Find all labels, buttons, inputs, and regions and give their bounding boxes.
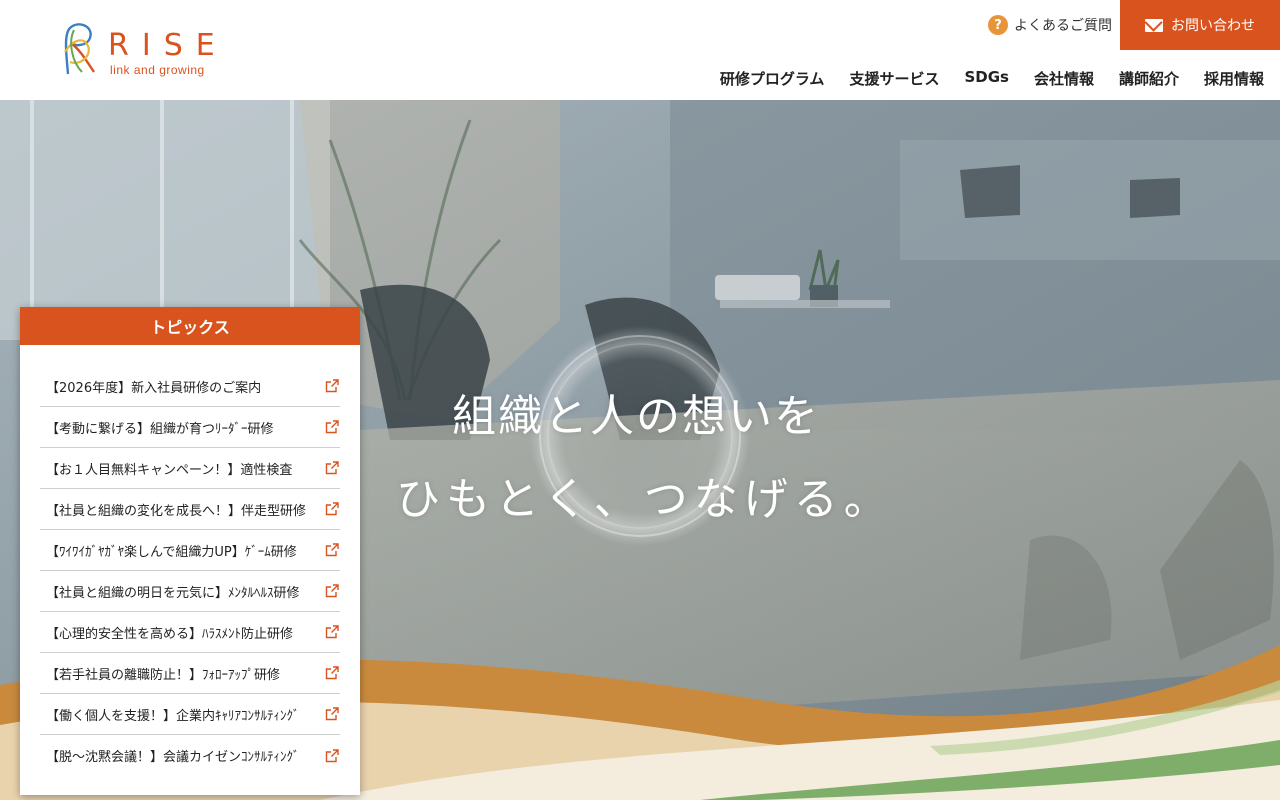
external-link-icon xyxy=(325,461,339,475)
logo-wordmark: RISE xyxy=(108,28,228,63)
rise-logo-mark-icon xyxy=(64,23,95,75)
external-link-icon xyxy=(325,543,339,557)
faq-link[interactable]: ? よくあるご質問 xyxy=(988,14,1112,36)
topics-title: トピックス xyxy=(20,307,360,345)
external-link-icon xyxy=(325,502,339,516)
topic-label: 【2026年度】新入社員研修のご案内 xyxy=(46,380,262,396)
topic-item[interactable]: 【ﾜｲﾜｲｶﾞﾔｶﾞﾔ楽しんで組織力UP】ｹﾞｰﾑ研修 xyxy=(40,530,340,571)
external-link-icon xyxy=(325,748,339,762)
topic-item[interactable]: 【お１人目無料キャンペーン！】適性検査 xyxy=(40,448,340,489)
nav-item-sdgs[interactable]: SDGs xyxy=(964,68,1009,89)
topic-item[interactable]: 【考動に繋げる】組織が育つﾘｰﾀﾞｰ研修 xyxy=(40,407,340,448)
mail-icon xyxy=(1145,18,1163,32)
external-link-icon xyxy=(325,625,339,639)
nav-item-support[interactable]: 支援サービス xyxy=(849,68,939,89)
question-icon: ? xyxy=(988,15,1008,35)
topic-label: 【働く個人を支援！】企業内ｷｬﾘｱｺﾝｻﾙﾃｨﾝｸﾞ xyxy=(46,708,300,724)
external-link-icon xyxy=(325,666,339,680)
topic-label: 【考動に繋げる】組織が育つﾘｰﾀﾞｰ研修 xyxy=(46,421,274,437)
contact-button[interactable]: お問い合わせ xyxy=(1120,0,1280,50)
topic-item[interactable]: 【2026年度】新入社員研修のご案内 xyxy=(40,366,340,407)
faq-label: よくあるご質問 xyxy=(1014,18,1112,34)
site-header: RISE link and growing ? よくあるご質問 お問い合わせ 研… xyxy=(0,0,1280,100)
topics-list: 【2026年度】新入社員研修のご案内 【考動に繋げる】組織が育つﾘｰﾀﾞｰ研修 … xyxy=(40,366,340,776)
topics-panel: トピックス 【2026年度】新入社員研修のご案内 【考動に繋げる】組織が育つﾘｰ… xyxy=(20,307,360,795)
topic-item[interactable]: 【心理的安全性を高める】ﾊﾗｽﾒﾝﾄ防止研修 xyxy=(40,612,340,653)
topic-label: 【脱～沈黙会議！】会議カイゼンｺﾝｻﾙﾃｨﾝｸﾞ xyxy=(46,750,300,765)
external-link-icon xyxy=(325,420,339,434)
main-nav: 研修プログラム 支援サービス SDGs 会社情報 講師紹介 採用情報 xyxy=(720,68,1264,89)
topic-label: 【ﾜｲﾜｲｶﾞﾔｶﾞﾔ楽しんで組織力UP】ｹﾞｰﾑ研修 xyxy=(46,544,297,560)
external-link-icon xyxy=(325,584,339,598)
nav-item-instructors[interactable]: 講師紹介 xyxy=(1119,68,1179,89)
topic-item[interactable]: 【社員と組織の変化を成長へ！】伴走型研修 xyxy=(40,489,340,530)
topic-item[interactable]: 【働く個人を支援！】企業内ｷｬﾘｱｺﾝｻﾙﾃｨﾝｸﾞ xyxy=(40,694,340,735)
external-link-icon xyxy=(325,379,339,393)
topic-item[interactable]: 【若手社員の離職防止！】ﾌｫﾛｰｱｯﾌﾟ研修 xyxy=(40,653,340,694)
contact-label: お問い合わせ xyxy=(1171,18,1255,34)
rise-logo[interactable]: RISE link and growing xyxy=(60,22,250,82)
external-link-icon xyxy=(325,707,339,721)
topic-label: 【お１人目無料キャンペーン！】適性検査 xyxy=(46,462,293,478)
topic-label: 【心理的安全性を高める】ﾊﾗｽﾒﾝﾄ防止研修 xyxy=(46,626,294,642)
nav-item-training[interactable]: 研修プログラム xyxy=(720,68,825,89)
nav-item-recruit[interactable]: 採用情報 xyxy=(1204,68,1264,89)
topic-item[interactable]: 【社員と組織の明日を元気に】ﾒﾝﾀﾙﾍﾙｽ研修 xyxy=(40,571,340,612)
nav-item-company[interactable]: 会社情報 xyxy=(1034,68,1094,89)
topic-label: 【社員と組織の明日を元気に】ﾒﾝﾀﾙﾍﾙｽ研修 xyxy=(46,585,300,601)
topic-label: 【社員と組織の変化を成長へ！】伴走型研修 xyxy=(46,503,307,519)
topic-label: 【若手社員の離職防止！】ﾌｫﾛｰｱｯﾌﾟ研修 xyxy=(46,667,281,683)
logo-tagline: link and growing xyxy=(110,63,205,77)
topic-item[interactable]: 【脱～沈黙会議！】会議カイゼンｺﾝｻﾙﾃｨﾝｸﾞ xyxy=(40,735,340,776)
